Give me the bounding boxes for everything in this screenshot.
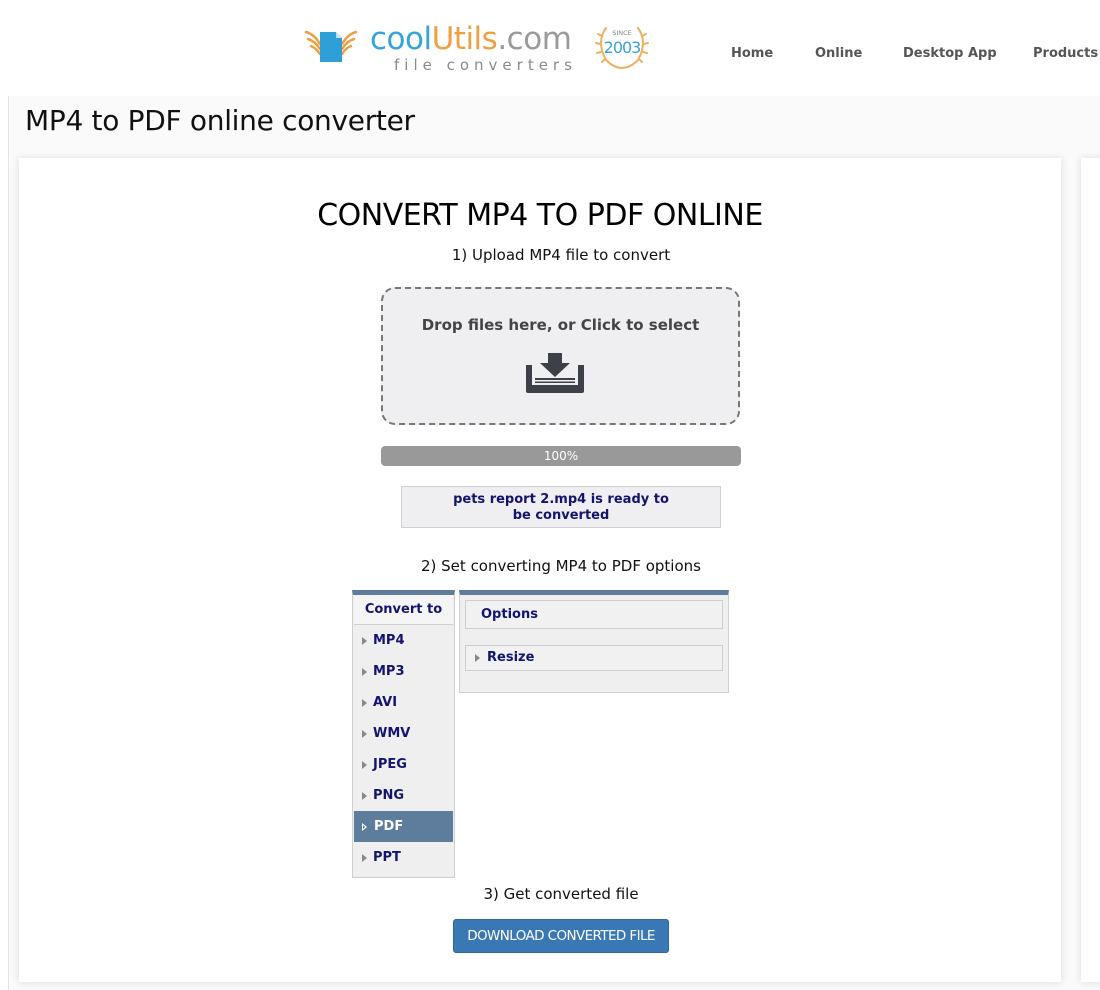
- nav-home[interactable]: Home: [731, 46, 773, 61]
- site-header: coolUtils.com file converters SINCE 2003…: [0, 0, 1100, 92]
- converter-heading: CONVERT MP4 TO PDF ONLINE: [317, 198, 763, 233]
- format-label: AVI: [373, 695, 398, 710]
- options-resize-section[interactable]: Resize: [465, 645, 723, 671]
- badge-since: SINCE: [612, 29, 632, 37]
- format-option-ppt[interactable]: PPT: [353, 842, 454, 873]
- triangle-right-icon: [362, 668, 367, 676]
- step-1-label: 1) Upload MP4 file to convert: [451, 246, 671, 264]
- progress-label: 100%: [543, 449, 579, 463]
- format-option-jpeg[interactable]: JPEG: [353, 749, 454, 780]
- triangle-right-icon: [362, 637, 367, 645]
- main-nav: Home Online Desktop App Products: [0, 46, 1100, 66]
- convert-to-header: Convert to: [354, 595, 453, 625]
- upload-status-message: pets report 2.mp4 is ready to be convert…: [401, 486, 721, 528]
- nav-products[interactable]: Products: [1033, 46, 1098, 61]
- nav-online[interactable]: Online: [815, 46, 862, 61]
- nav-desktop-app[interactable]: Desktop App: [903, 46, 997, 61]
- format-label: JPEG: [373, 757, 407, 772]
- format-option-wmv[interactable]: WMV: [353, 718, 454, 749]
- format-option-png[interactable]: PNG: [353, 780, 454, 811]
- format-option-mp4[interactable]: MP4: [353, 625, 454, 656]
- format-option-mp3[interactable]: MP3: [353, 656, 454, 687]
- triangle-right-icon: [362, 854, 367, 862]
- upload-progress-bar: 100%: [381, 446, 741, 466]
- format-label: PNG: [373, 788, 405, 803]
- format-label: MP3: [373, 664, 405, 679]
- step-3-label: 3) Get converted file: [483, 885, 639, 903]
- triangle-right-icon: [362, 792, 367, 800]
- format-label: MP4: [373, 633, 405, 648]
- options-header: Options: [465, 600, 723, 629]
- download-converted-file-button[interactable]: DOWNLOAD CONVERTED FILE: [453, 919, 669, 953]
- page-title: MP4 to PDF online converter: [25, 104, 415, 137]
- triangle-right-icon: [362, 730, 367, 738]
- triangle-right-icon: [362, 823, 367, 831]
- upload-tray-icon: [526, 353, 584, 393]
- expand-arrow-icon: [475, 654, 480, 662]
- triangle-right-icon: [362, 699, 367, 707]
- format-label: WMV: [373, 726, 411, 741]
- triangle-right-icon: [362, 761, 367, 769]
- format-option-pdf[interactable]: PDF: [354, 811, 453, 842]
- step-2-label: 2) Set converting MP4 to PDF options: [421, 557, 701, 575]
- resize-label: Resize: [487, 650, 535, 665]
- format-list: MP4 MP3 AVI WMV JPEG PNG PDF PPT: [353, 625, 454, 873]
- format-label: PDF: [374, 819, 404, 834]
- file-dropzone[interactable]: Drop files here, or Click to select: [381, 287, 740, 425]
- options-panel: Options Resize: [459, 590, 729, 693]
- dropzone-label: Drop files here, or Click to select: [421, 316, 700, 334]
- convert-to-list: Convert to MP4 MP3 AVI WMV JPEG PNG PDF PPT: [352, 590, 455, 878]
- format-option-avi[interactable]: AVI: [353, 687, 454, 718]
- format-label: PPT: [373, 850, 401, 865]
